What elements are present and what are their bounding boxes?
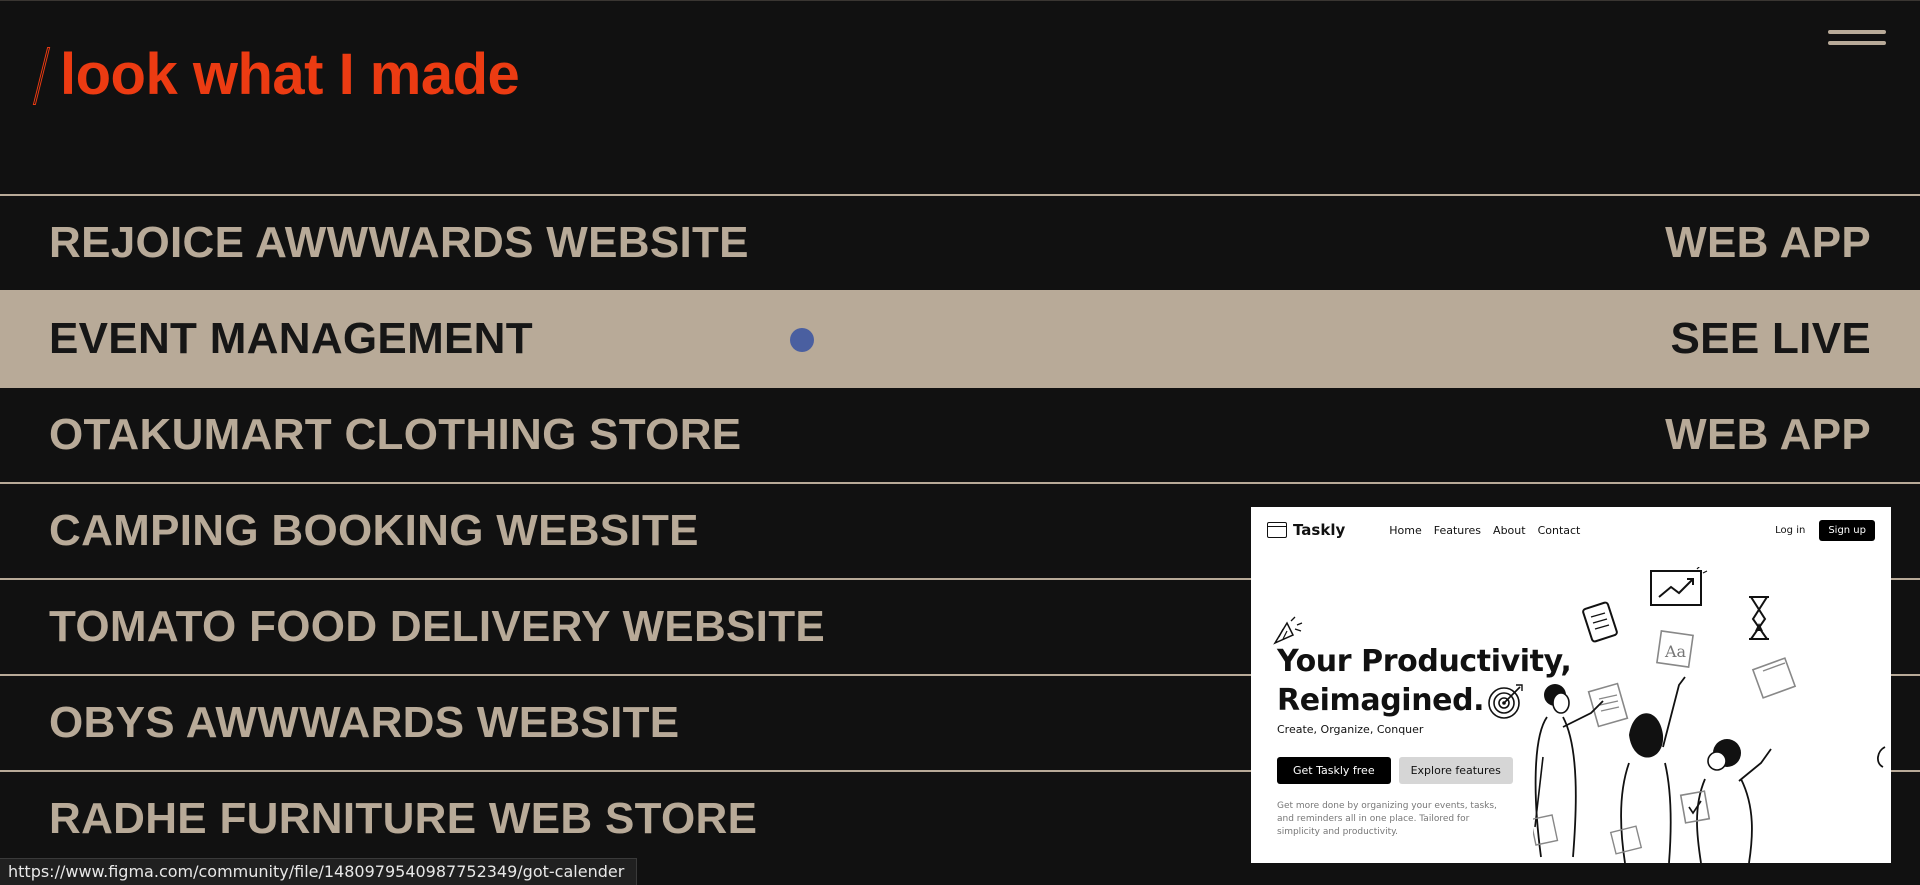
preview-headline: Your Productivity, Reimagined. bbox=[1277, 643, 1572, 721]
project-tag: WEB APP bbox=[1665, 218, 1871, 267]
browser-status-url: https://www.figma.com/community/file/148… bbox=[0, 858, 638, 885]
hamburger-icon bbox=[1828, 30, 1886, 34]
hamburger-menu-button[interactable] bbox=[1828, 27, 1886, 53]
project-name: TOMATO FOOD DELIVERY WEBSITE bbox=[49, 602, 826, 651]
portfolio-page: look what I made REJOICE AWWWARDS WEBSIT… bbox=[0, 0, 1920, 885]
preview-explore-button: Explore features bbox=[1398, 757, 1513, 784]
preview-auth: Log in Sign up bbox=[1775, 519, 1875, 541]
preview-navbar: Taskly Home Features About Contact Log i… bbox=[1267, 513, 1875, 547]
project-preview-image: Taskly Home Features About Contact Log i… bbox=[1251, 507, 1891, 863]
see-live-link[interactable]: SEE LIVE bbox=[1671, 314, 1871, 364]
preview-headline-line2-wrap: Reimagined. bbox=[1277, 681, 1571, 721]
preview-buttons: Get Taskly free Explore features bbox=[1277, 757, 1513, 784]
project-name: EVENT MANAGEMENT bbox=[49, 314, 533, 363]
hamburger-icon-line bbox=[1828, 41, 1886, 45]
preview-login: Log in bbox=[1775, 524, 1806, 536]
preview-nav-contact: Contact bbox=[1537, 523, 1581, 537]
project-name: OBYS AWWWARDS WEBSITE bbox=[49, 698, 680, 747]
project-name: RADHE FURNITURE WEB STORE bbox=[49, 794, 758, 843]
preview-signup: Sign up bbox=[1819, 519, 1875, 541]
preview-nav-home: Home bbox=[1389, 523, 1422, 537]
project-row-rejoice[interactable]: REJOICE AWWWARDS WEBSITE WEB APP bbox=[0, 194, 1920, 290]
svg-text:Aa: Aa bbox=[1664, 642, 1687, 661]
project-tag: WEB APP bbox=[1665, 410, 1871, 459]
preview-nav-links: Home Features About Contact bbox=[1389, 524, 1580, 537]
project-row-event-management[interactable]: EVENT MANAGEMENT SEE LIVE bbox=[0, 290, 1920, 386]
project-name: CAMPING BOOKING WEBSITE bbox=[49, 506, 699, 555]
preview-get-taskly-button: Get Taskly free bbox=[1277, 757, 1391, 784]
cursor-follower-dot bbox=[790, 328, 814, 352]
project-row-otakumart[interactable]: OTAKUMART CLOTHING STORE WEB APP bbox=[0, 386, 1920, 482]
project-name: REJOICE AWWWARDS WEBSITE bbox=[49, 218, 749, 267]
people-illustration: Aa bbox=[1533, 567, 1886, 863]
page-title: look what I made bbox=[38, 41, 520, 108]
confetti-icon bbox=[1273, 616, 1303, 645]
preview-headline-line2: Reimagined. bbox=[1277, 683, 1485, 718]
project-name: OTAKUMART CLOTHING STORE bbox=[49, 410, 742, 459]
preview-description: Get more done by organizing your events,… bbox=[1277, 801, 1497, 837]
preview-nav-about: About bbox=[1493, 523, 1526, 537]
calendar-icon bbox=[1267, 522, 1287, 538]
preview-nav-features: Features bbox=[1433, 523, 1482, 537]
preview-headline-line1: Your Productivity, bbox=[1277, 644, 1572, 679]
page-title-text: look what I made bbox=[60, 42, 520, 107]
preview-subheadline: Create, Organize, Conquer bbox=[1277, 723, 1424, 736]
preview-brand: Taskly bbox=[1293, 521, 1346, 539]
preview-logo: Taskly bbox=[1267, 521, 1345, 539]
slash-icon bbox=[38, 47, 48, 103]
target-icon bbox=[1488, 684, 1523, 719]
